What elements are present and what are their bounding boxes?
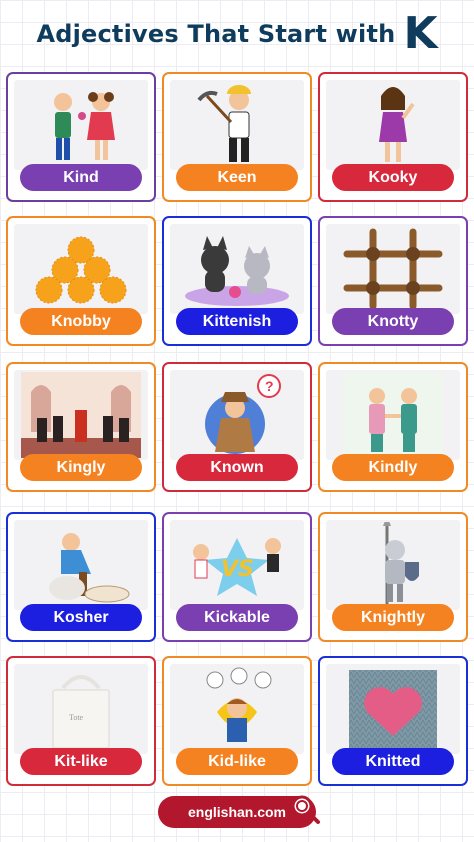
- word-label: Kit-like: [20, 748, 142, 775]
- word-label: Keen: [176, 164, 298, 191]
- word-label: Kingly: [20, 454, 142, 481]
- detective-question-icon: ?: [170, 370, 304, 460]
- knobby-balls-icon: [14, 224, 148, 314]
- word-label: Knitted: [332, 748, 454, 775]
- word-label: Kooky: [332, 164, 454, 191]
- word-card-knotty: Knotty: [318, 216, 468, 346]
- word-card-kid-like: Kid-like: [162, 656, 312, 786]
- word-card-kingly: Kingly: [6, 362, 156, 492]
- svg-text:VS: VS: [221, 557, 254, 582]
- word-label: Kindly: [332, 454, 454, 481]
- word-card-kittenish: Kittenish: [162, 216, 312, 346]
- kid-with-ideas-icon: [170, 664, 304, 754]
- site-badge[interactable]: englishan.com: [158, 795, 320, 828]
- word-card-knobby: Knobby: [6, 216, 156, 346]
- title-letter: K: [403, 8, 438, 59]
- girl-laughing-icon: [326, 80, 460, 170]
- word-card-knightly: Knightly: [318, 512, 468, 642]
- word-card-kindly: Kindly: [318, 362, 468, 492]
- worker-with-pickaxe-icon: [170, 80, 304, 170]
- word-card-knitted: Knitted: [318, 656, 468, 786]
- word-card-kosher: Kosher: [6, 512, 156, 642]
- word-label: Kosher: [20, 604, 142, 631]
- two-children-sharing-icon: [14, 80, 148, 170]
- word-label: Kickable: [176, 604, 298, 631]
- word-label: Kittenish: [176, 308, 298, 335]
- shearing-sheep-icon: [14, 520, 148, 610]
- knight-icon: [326, 520, 460, 610]
- word-card-kooky: Kooky: [318, 72, 468, 202]
- king-court-icon: [14, 370, 148, 460]
- word-card-kickable: VS Kickable: [162, 512, 312, 642]
- word-label: Kid-like: [176, 748, 298, 775]
- word-label: Kind: [20, 164, 142, 191]
- kickers-versus-icon: VS: [170, 520, 304, 610]
- knitted-heart-icon: [326, 664, 460, 754]
- word-card-kit-like: Tote Kit-like: [6, 656, 156, 786]
- word-label: Knightly: [332, 604, 454, 631]
- svg-text:Tote: Tote: [69, 713, 84, 722]
- word-card-kind: Kind: [6, 72, 156, 202]
- kittens-playing-icon: [170, 224, 304, 314]
- magnifier-icon: [288, 792, 322, 829]
- word-label: Known: [176, 454, 298, 481]
- site-name: englishan.com: [187, 804, 287, 820]
- word-card-keen: Keen: [162, 72, 312, 202]
- word-card-known: ? Known: [162, 362, 312, 492]
- rope-knots-icon: [326, 224, 460, 314]
- tote-bag-icon: Tote: [14, 664, 148, 754]
- doctors-handshake-icon: [326, 370, 460, 460]
- word-label: Knotty: [332, 308, 454, 335]
- page-title: Adjectives That Start with: [36, 20, 396, 48]
- word-label: Knobby: [20, 308, 142, 335]
- page-header: Adjectives That Start with K: [0, 6, 474, 62]
- svg-text:?: ?: [265, 378, 274, 394]
